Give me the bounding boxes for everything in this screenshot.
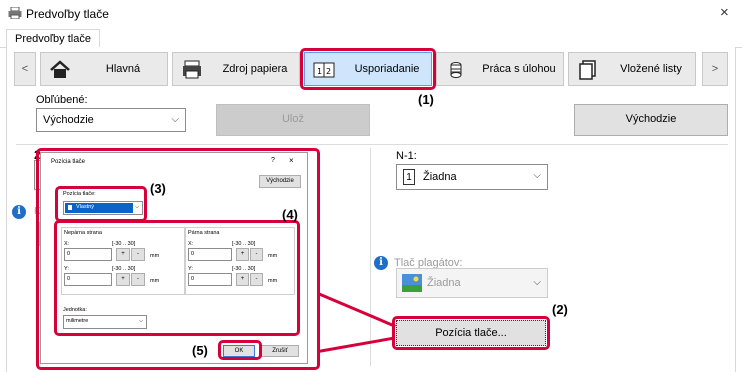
save-button[interactable]: Ulož: [216, 104, 370, 136]
nav-next-button[interactable]: >: [702, 52, 728, 86]
nav-main-button[interactable]: Hlavná: [40, 52, 168, 86]
favorites-value: Východzie: [43, 114, 94, 126]
nav-inserted-sheets-label: Vložené listy: [620, 63, 682, 75]
poster-select[interactable]: Žiadna ⌵: [396, 268, 548, 298]
nav-prev-button[interactable]: <: [14, 52, 36, 86]
nup-label: N-1:: [396, 150, 417, 162]
nup-value: Žiadna: [423, 171, 457, 183]
nav-main-label: Hlavná: [105, 63, 141, 75]
title-bar: Predvoľby tlače ×: [0, 0, 742, 28]
nup-select[interactable]: 1 Žiadna ⌵: [396, 164, 548, 190]
nav-inserted-sheets-button[interactable]: Vložené listy: [568, 52, 696, 86]
tab-print-preferences[interactable]: Predvoľby tlače: [6, 29, 100, 48]
dialog-close-icon[interactable]: ×: [289, 156, 294, 165]
favorites-select[interactable]: Východzie ⌵: [36, 108, 186, 132]
callout-4-frame: [54, 220, 300, 336]
chevron-down-icon: ⌵: [533, 170, 541, 181]
nav-paper-source-button[interactable]: Zdroj papiera: [172, 52, 300, 86]
default-button[interactable]: Východzie: [574, 104, 728, 136]
dialog-title: Pozícia tlače: [51, 159, 86, 165]
column-divider: [370, 148, 371, 366]
favorites-label: Obľúbené:: [36, 94, 88, 106]
nav-job-handling-label: Práca s úlohou: [482, 63, 556, 75]
callout-5-frame: [218, 340, 262, 360]
nav-paper-source-label: Zdroj papiera: [222, 63, 288, 75]
callout-3: (3): [150, 181, 166, 196]
poster-value: Žiadna: [427, 277, 461, 289]
callout-5: (5): [192, 343, 208, 358]
chevron-down-icon: ⌵: [171, 114, 179, 125]
nav-job-handling-button[interactable]: Práca s úlohou: [436, 52, 564, 86]
poster-icon: [402, 274, 422, 292]
help-icon[interactable]: ?: [271, 157, 275, 164]
callout-1-frame: [300, 48, 436, 90]
chevron-down-icon: ⌵: [533, 277, 541, 288]
close-icon[interactable]: ×: [720, 4, 729, 21]
cancel-button[interactable]: Zrušiť: [261, 345, 299, 357]
info-icon: i: [374, 256, 388, 270]
tab-strip: [0, 28, 742, 48]
printer-icon: [8, 7, 22, 19]
callout-2: (2): [552, 302, 568, 317]
callout-3-frame: [55, 186, 147, 222]
callout-2-frame: [392, 316, 550, 350]
info-icon: i: [12, 205, 26, 219]
callout-1: (1): [418, 92, 434, 107]
window-title: Predvoľby tlače: [26, 7, 109, 21]
dialog-default-button[interactable]: Východzie: [259, 175, 301, 188]
callout-4: (4): [282, 207, 298, 222]
nup-page-icon: 1: [403, 169, 415, 185]
section-divider: [16, 144, 728, 145]
